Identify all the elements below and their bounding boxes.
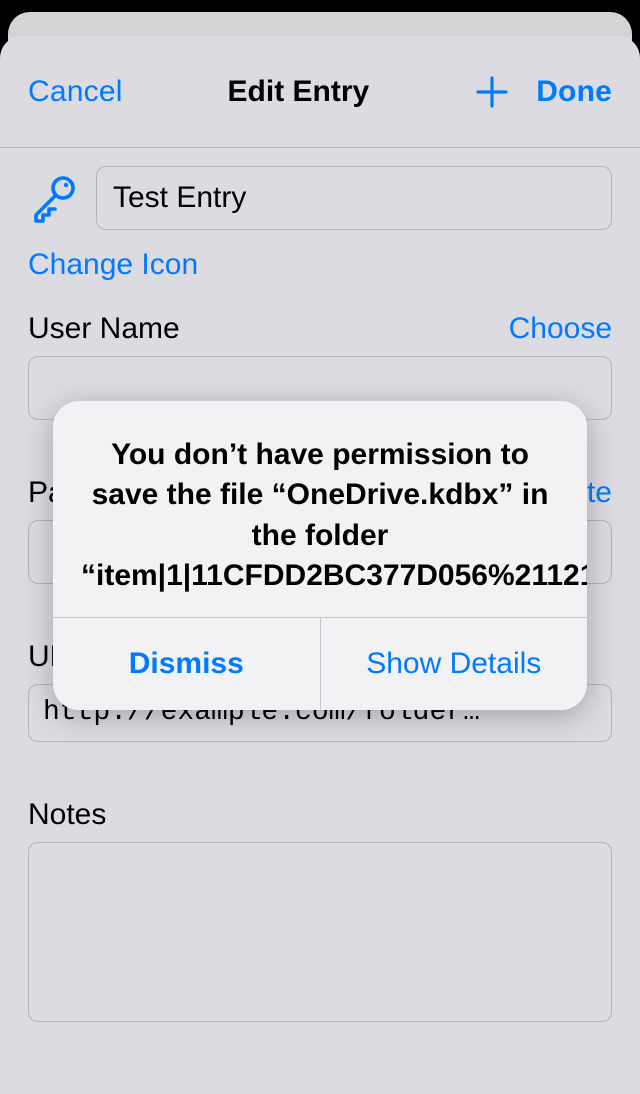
permission-alert: You don’t have permission to save the fi… bbox=[53, 401, 587, 710]
username-label: User Name bbox=[28, 312, 180, 346]
key-icon bbox=[28, 173, 78, 223]
entry-title-input[interactable] bbox=[96, 166, 612, 230]
show-details-button[interactable]: Show Details bbox=[320, 618, 588, 710]
alert-message: You don’t have permission to save the fi… bbox=[81, 435, 559, 597]
page-title: Edit Entry bbox=[228, 75, 370, 109]
username-choose-button[interactable]: Choose bbox=[509, 312, 612, 346]
notes-label: Notes bbox=[28, 798, 106, 832]
navbar: Cancel Edit Entry Done bbox=[0, 36, 640, 148]
done-button[interactable]: Done bbox=[536, 75, 612, 109]
dismiss-button[interactable]: Dismiss bbox=[53, 618, 320, 710]
add-icon[interactable] bbox=[474, 74, 510, 110]
notes-input[interactable] bbox=[28, 842, 612, 1022]
change-icon-button[interactable]: Change Icon bbox=[28, 248, 198, 282]
cancel-button[interactable]: Cancel bbox=[28, 75, 123, 109]
